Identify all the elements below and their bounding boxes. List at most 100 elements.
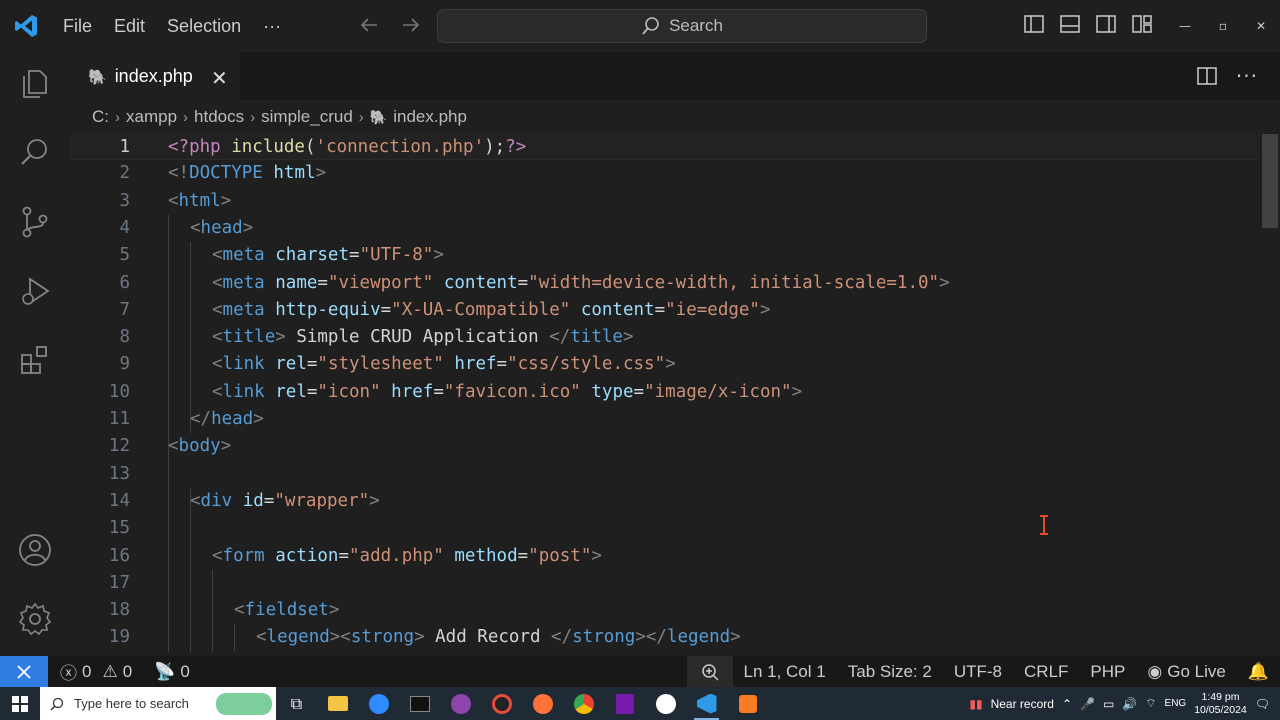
- chevron-right-icon: ›: [115, 108, 120, 126]
- search-view-icon[interactable]: [15, 132, 55, 172]
- zoom-app-icon[interactable]: [358, 687, 399, 720]
- github-icon[interactable]: [645, 687, 686, 720]
- menu-more[interactable]: ···: [252, 16, 292, 37]
- toggle-panel-icon[interactable]: [1058, 12, 1082, 36]
- code-line[interactable]: 16 <form action="add.php" method="post">: [70, 543, 1260, 570]
- editor-tabs: 🐘 index.php ✕ ···: [70, 52, 1280, 100]
- restore-icon[interactable]: ▫: [1204, 0, 1242, 52]
- line-number: 15: [108, 518, 130, 539]
- github-desktop-icon[interactable]: [440, 687, 481, 720]
- split-editor-icon[interactable]: [1196, 65, 1218, 87]
- accounts-icon[interactable]: [15, 530, 55, 570]
- php-file-icon: 🐘: [369, 108, 388, 125]
- run-debug-icon[interactable]: [15, 272, 55, 312]
- close-tab-icon[interactable]: ✕: [211, 66, 228, 90]
- encoding[interactable]: UTF-8: [943, 662, 1013, 682]
- task-view-icon[interactable]: ⧉: [276, 687, 317, 720]
- taskbar-search-box[interactable]: Type here to search: [40, 687, 276, 720]
- notification-center-icon[interactable]: 🗨: [1255, 697, 1270, 711]
- code-line[interactable]: 5 <meta charset="UTF-8">: [70, 242, 1260, 269]
- breadcrumb-simple-crud[interactable]: simple_crud: [261, 107, 353, 127]
- file-explorer-icon[interactable]: [317, 687, 358, 720]
- chrome-app-icon[interactable]: [481, 687, 522, 720]
- explorer-icon[interactable]: [15, 64, 55, 104]
- tab-size[interactable]: Tab Size: 2: [837, 662, 943, 682]
- breadcrumb-htdocs[interactable]: htdocs: [194, 107, 244, 127]
- code-line[interactable]: 7 <meta http-equiv="X-UA-Compatible" cont…: [70, 297, 1260, 324]
- scrollbar-thumb[interactable]: [1262, 134, 1278, 228]
- code-line[interactable]: 15: [70, 515, 1260, 542]
- chevron-up-icon[interactable]: ⌃: [1062, 697, 1072, 711]
- recording-icon: ▮▮: [969, 696, 983, 711]
- zoom-icon[interactable]: [686, 656, 733, 687]
- code-text: <meta charset="UTF-8">: [212, 245, 444, 266]
- window-controls: — ▫ ✕: [1166, 0, 1280, 52]
- broadcast-icon: 📡: [154, 661, 176, 681]
- code-text: <fieldset>: [234, 600, 340, 621]
- google-chrome-icon[interactable]: [563, 687, 604, 720]
- code-text: <link rel="stylesheet" href="css/style.c…: [212, 354, 676, 375]
- back-arrow-icon[interactable]: [357, 13, 381, 37]
- volume-icon[interactable]: 🔊: [1122, 697, 1137, 711]
- terminal-icon[interactable]: [399, 687, 440, 720]
- code-line[interactable]: 11 </head>: [70, 406, 1260, 433]
- notifications-bell-icon[interactable]: 🔔: [1237, 662, 1280, 682]
- warning-icon: ⚠: [102, 661, 118, 681]
- code-line[interactable]: 9 <link rel="stylesheet" href="css/style.…: [70, 351, 1260, 378]
- toggle-primary-sidebar-icon[interactable]: [1022, 12, 1046, 36]
- remote-indicator-icon[interactable]: [0, 656, 48, 687]
- minimize-icon[interactable]: —: [1166, 0, 1204, 52]
- go-live-label: Go Live: [1167, 661, 1226, 681]
- language-indicator[interactable]: ENG: [1165, 698, 1187, 709]
- line-number: 11: [108, 409, 130, 429]
- layout-controls: [1022, 12, 1154, 36]
- firefox-icon[interactable]: [522, 687, 563, 720]
- menu-selection[interactable]: Selection: [156, 16, 252, 37]
- onenote-icon[interactable]: [604, 687, 645, 720]
- breadcrumb-drive[interactable]: C:: [92, 107, 109, 127]
- ports-indicator[interactable]: 📡 0: [154, 662, 190, 682]
- command-center-search[interactable]: Search: [437, 9, 927, 43]
- windows-start-icon[interactable]: [0, 687, 40, 720]
- cursor-position[interactable]: Ln 1, Col 1: [733, 662, 837, 682]
- code-editor[interactable]: 1 <?php include('connection.php');?> 2 <!DO…: [70, 134, 1260, 656]
- code-line[interactable]: 13: [70, 461, 1260, 488]
- source-control-icon[interactable]: [15, 202, 55, 242]
- forward-arrow-icon[interactable]: [399, 13, 423, 37]
- end-of-line[interactable]: CRLF: [1013, 662, 1079, 682]
- settings-gear-icon[interactable]: [15, 599, 55, 639]
- code-line[interactable]: 17: [70, 570, 1260, 597]
- code-line[interactable]: 2 <!DOCTYPE html>: [70, 160, 1260, 187]
- code-line[interactable]: 12 <body>: [70, 433, 1260, 460]
- more-actions-icon[interactable]: ···: [1236, 64, 1258, 88]
- breadcrumb-file[interactable]: index.php: [393, 107, 467, 127]
- code-line[interactable]: 4 <head>: [70, 215, 1260, 242]
- code-text: <legend><strong> Add Record </strong></l…: [256, 627, 741, 648]
- xampp-icon[interactable]: [727, 687, 768, 720]
- code-line[interactable]: 18 <fieldset>: [70, 597, 1260, 624]
- menu-edit[interactable]: Edit: [103, 16, 156, 37]
- problems-indicator[interactable]: ⓧ 0 ⚠ 0: [60, 659, 132, 684]
- line-number: 8: [119, 327, 130, 348]
- code-line[interactable]: 10 <link rel="icon" href="favicon.ico" ty…: [70, 379, 1260, 406]
- code-line[interactable]: 3 <html>: [70, 188, 1260, 215]
- go-live-button[interactable]: ◉ Go Live: [1136, 662, 1236, 682]
- toggle-secondary-sidebar-icon[interactable]: [1094, 12, 1118, 36]
- code-line[interactable]: 19 <legend><strong> Add Record </strong><…: [70, 624, 1260, 651]
- extensions-icon[interactable]: [15, 340, 55, 380]
- code-line[interactable]: 8 <title> Simple CRUD Application </title…: [70, 324, 1260, 351]
- breadcrumb-xampp[interactable]: xampp: [126, 107, 177, 127]
- vscode-logo-icon: [0, 0, 52, 52]
- customize-layout-icon[interactable]: [1130, 12, 1154, 36]
- clock[interactable]: 1:49 pm 10/05/2024: [1194, 691, 1247, 717]
- menu-file[interactable]: File: [52, 16, 103, 37]
- vscode-taskbar-icon[interactable]: [686, 687, 727, 720]
- network-icon[interactable]: ⌔: [1145, 696, 1156, 711]
- tray-label[interactable]: Near record: [991, 697, 1054, 711]
- language-mode[interactable]: PHP: [1079, 662, 1136, 682]
- tab-index-php[interactable]: 🐘 index.php ✕: [70, 52, 240, 100]
- code-line[interactable]: 14 <div id="wrapper">: [70, 488, 1260, 515]
- code-line[interactable]: 1 <?php include('connection.php');?>: [70, 134, 1260, 160]
- close-window-icon[interactable]: ✕: [1242, 0, 1280, 52]
- code-line[interactable]: 6 <meta name="viewport" content="width=de…: [70, 270, 1260, 297]
